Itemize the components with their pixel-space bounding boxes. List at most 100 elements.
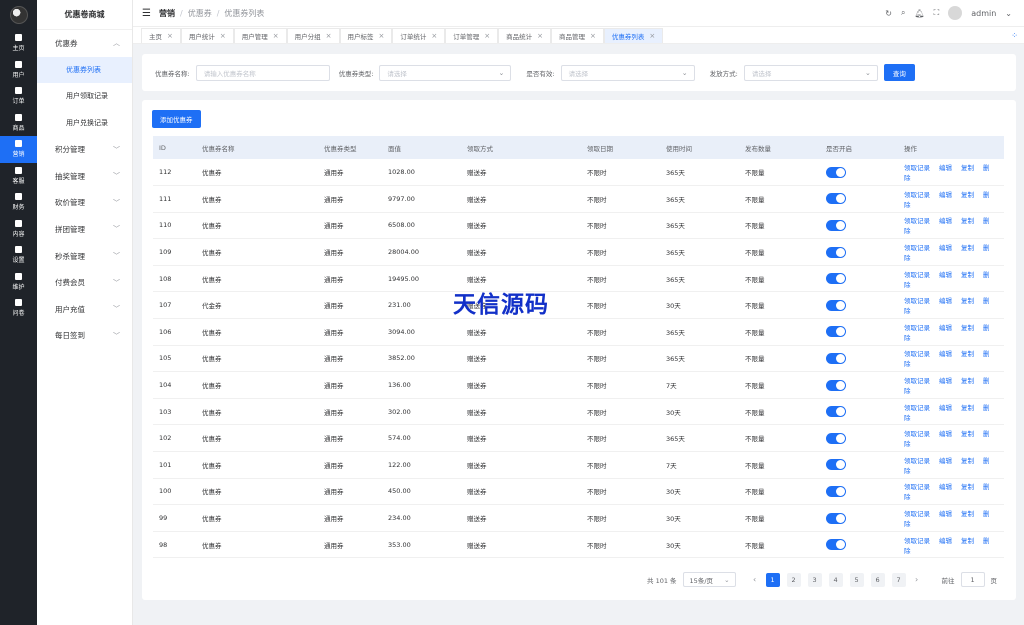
- page-button[interactable]: 7: [891, 572, 906, 587]
- close-icon[interactable]: ×: [379, 32, 385, 40]
- next-page-icon[interactable]: ›: [912, 575, 922, 584]
- tab[interactable]: 优惠券列表 ×: [603, 28, 664, 43]
- method-select[interactable]: 请选择 ⌄: [743, 64, 878, 81]
- rail-item[interactable]: 设置: [0, 242, 37, 269]
- close-icon[interactable]: ×: [649, 32, 655, 40]
- enable-toggle[interactable]: [826, 299, 846, 311]
- action-link[interactable]: 编辑: [939, 377, 952, 385]
- action-link[interactable]: 领取记录: [904, 430, 930, 438]
- page-button[interactable]: 2: [786, 572, 801, 587]
- search-icon[interactable]: ⌕: [901, 8, 905, 18]
- action-link[interactable]: 复制: [961, 483, 974, 491]
- enable-toggle[interactable]: [826, 352, 846, 364]
- enable-toggle[interactable]: [826, 406, 846, 418]
- close-icon[interactable]: ×: [484, 32, 490, 40]
- rail-item[interactable]: 维护: [0, 269, 37, 296]
- action-link[interactable]: 编辑: [939, 430, 952, 438]
- menu-sub-item[interactable]: 用户兑换记录: [37, 110, 132, 137]
- close-icon[interactable]: ×: [220, 32, 226, 40]
- rail-item[interactable]: 订单: [0, 83, 37, 110]
- enable-toggle[interactable]: [826, 485, 846, 497]
- tab[interactable]: 用户分组 ×: [286, 28, 340, 43]
- valid-select[interactable]: 请选择 ⌄: [560, 64, 695, 81]
- tab[interactable]: 订单统计 ×: [392, 28, 446, 43]
- action-link[interactable]: 复制: [961, 191, 974, 199]
- close-icon[interactable]: ×: [431, 32, 437, 40]
- menu-group[interactable]: 积分管理 ﹀: [37, 136, 132, 163]
- action-link[interactable]: 复制: [961, 404, 974, 412]
- rail-item[interactable]: 营销: [0, 136, 37, 163]
- action-link[interactable]: 编辑: [939, 350, 952, 358]
- menu-group[interactable]: 每日签到 ﹀: [37, 323, 132, 350]
- tabs-menu-icon[interactable]: ⁘: [1011, 31, 1018, 40]
- action-link[interactable]: 编辑: [939, 537, 952, 545]
- enable-toggle[interactable]: [826, 219, 846, 231]
- prev-page-icon[interactable]: ‹: [750, 575, 760, 584]
- action-link[interactable]: 编辑: [939, 191, 952, 199]
- tab[interactable]: 用户管理 ×: [233, 28, 287, 43]
- enable-toggle[interactable]: [826, 512, 846, 524]
- coupon-name-input[interactable]: 请输入优惠券名称: [195, 64, 330, 81]
- enable-toggle[interactable]: [826, 193, 846, 205]
- refresh-icon[interactable]: ↻: [885, 9, 892, 18]
- rail-item[interactable]: 主页: [0, 30, 37, 57]
- action-link[interactable]: 领取记录: [904, 164, 930, 172]
- menu-group[interactable]: 抽奖管理 ﹀: [37, 163, 132, 190]
- action-link[interactable]: 编辑: [939, 271, 952, 279]
- menu-group[interactable]: 秒杀管理 ﹀: [37, 243, 132, 270]
- action-link[interactable]: 领取记录: [904, 297, 930, 305]
- menu-group[interactable]: 砍价管理 ﹀: [37, 190, 132, 217]
- action-link[interactable]: 领取记录: [904, 244, 930, 252]
- page-button[interactable]: 6: [870, 572, 885, 587]
- page-button[interactable]: 5: [849, 572, 864, 587]
- action-link[interactable]: 领取记录: [904, 537, 930, 545]
- tab[interactable]: 用户标签 ×: [339, 28, 393, 43]
- page-button[interactable]: 4: [828, 572, 843, 587]
- action-link[interactable]: 领取记录: [904, 510, 930, 518]
- menu-sub-item[interactable]: 用户领取记录: [37, 83, 132, 110]
- action-link[interactable]: 编辑: [939, 164, 952, 172]
- action-link[interactable]: 复制: [961, 217, 974, 225]
- tab[interactable]: 用户统计 ×: [180, 28, 234, 43]
- menu-sub-item[interactable]: 优惠券列表: [37, 56, 132, 84]
- menu-group[interactable]: 用户充值 ﹀: [37, 296, 132, 323]
- action-link[interactable]: 编辑: [939, 297, 952, 305]
- menu-group[interactable]: 优惠券 ︿: [37, 30, 132, 57]
- rail-item[interactable]: 客服: [0, 163, 37, 190]
- tab[interactable]: 主页 ×: [141, 28, 181, 43]
- enable-toggle[interactable]: [826, 166, 846, 178]
- action-link[interactable]: 领取记录: [904, 324, 930, 332]
- enable-toggle[interactable]: [826, 539, 846, 551]
- action-link[interactable]: 编辑: [939, 483, 952, 491]
- notification-icon[interactable]: 🔔︎: [914, 9, 924, 18]
- tab[interactable]: 商品统计 ×: [498, 28, 551, 43]
- add-coupon-button[interactable]: 添加优惠券: [152, 110, 201, 128]
- close-icon[interactable]: ×: [273, 32, 279, 40]
- action-link[interactable]: 复制: [961, 510, 974, 518]
- rail-item[interactable]: 用户: [0, 57, 37, 84]
- action-link[interactable]: 复制: [961, 537, 974, 545]
- enable-toggle[interactable]: [826, 326, 846, 338]
- action-link[interactable]: 领取记录: [904, 404, 930, 412]
- coupon-type-select[interactable]: 请选择 ⌄: [379, 64, 512, 81]
- search-button[interactable]: 查询: [883, 64, 915, 81]
- rail-item[interactable]: 财务: [0, 189, 37, 216]
- action-link[interactable]: 复制: [961, 244, 974, 252]
- rail-item[interactable]: 内容: [0, 216, 37, 243]
- action-link[interactable]: 编辑: [939, 324, 952, 332]
- action-link[interactable]: 复制: [961, 271, 974, 279]
- close-icon[interactable]: ×: [537, 32, 543, 40]
- menu-group[interactable]: 拼团管理 ﹀: [37, 216, 132, 243]
- action-link[interactable]: 领取记录: [904, 483, 930, 491]
- menu-toggle-icon[interactable]: ☰: [142, 8, 151, 19]
- tab[interactable]: 订单管理 ×: [445, 28, 499, 43]
- action-link[interactable]: 复制: [961, 324, 974, 332]
- enable-toggle[interactable]: [826, 432, 846, 444]
- close-icon[interactable]: ×: [326, 32, 332, 40]
- enable-toggle[interactable]: [826, 459, 846, 471]
- action-link[interactable]: 领取记录: [904, 271, 930, 279]
- action-link[interactable]: 编辑: [939, 404, 952, 412]
- action-link[interactable]: 复制: [961, 430, 974, 438]
- page-button[interactable]: 1: [765, 572, 780, 587]
- action-link[interactable]: 领取记录: [904, 191, 930, 199]
